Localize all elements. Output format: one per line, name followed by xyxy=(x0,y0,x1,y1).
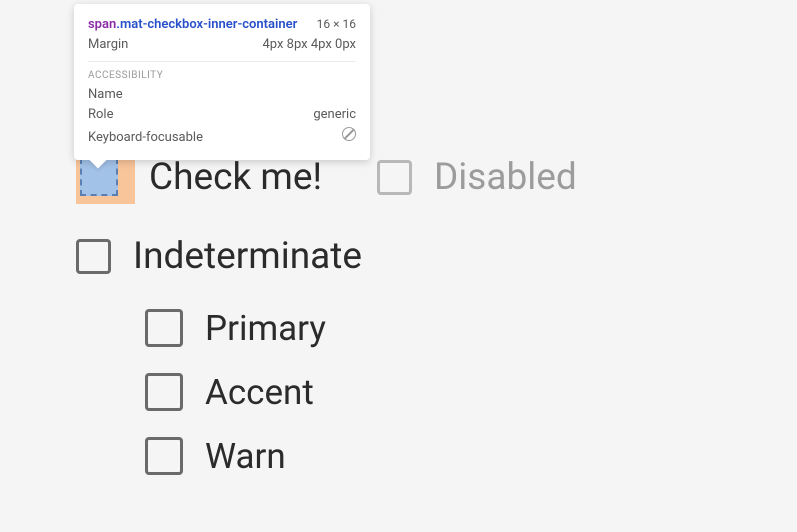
checkbox-label: Check me! xyxy=(149,159,322,196)
checkbox-box xyxy=(76,239,111,274)
tooltip-role-label: Role xyxy=(88,105,113,125)
prohibit-icon xyxy=(342,127,356,141)
checkbox-indeterminate[interactable]: Indeterminate xyxy=(76,238,362,275)
tooltip-tag: span xyxy=(88,17,116,32)
checkbox-label: Warn xyxy=(205,439,286,474)
checkbox-box xyxy=(377,160,412,195)
checkbox-box xyxy=(145,373,183,411)
checkbox-label: Primary xyxy=(205,311,326,346)
checkbox-label: Indeterminate xyxy=(133,238,362,275)
tooltip-margin-value: 4px 8px 4px 0px xyxy=(262,35,356,55)
checkbox-primary[interactable]: Primary xyxy=(145,309,326,347)
tooltip-kbf-label: Keyboard-focusable xyxy=(88,128,203,148)
tooltip-dimensions: 16 × 16 xyxy=(317,14,356,34)
tooltip-class: .mat-checkbox-inner-container xyxy=(116,17,297,32)
checkbox-box xyxy=(145,437,183,475)
checkbox-accent[interactable]: Accent xyxy=(145,373,314,411)
checkbox-disabled: Disabled xyxy=(377,159,577,196)
devtools-inspect-tooltip: span.mat-checkbox-inner-container 16 × 1… xyxy=(74,4,370,160)
checkbox-label: Accent xyxy=(205,375,314,410)
tooltip-section-heading: ACCESSIBILITY xyxy=(88,70,356,81)
tooltip-selector: span.mat-checkbox-inner-container xyxy=(88,15,297,35)
tooltip-margin-label: Margin xyxy=(88,35,128,55)
tooltip-name-label: Name xyxy=(88,85,123,105)
checkbox-box xyxy=(145,309,183,347)
checkbox-label: Disabled xyxy=(434,159,577,196)
tooltip-role-value: generic xyxy=(313,105,356,125)
checkbox-warn[interactable]: Warn xyxy=(145,437,286,475)
tooltip-divider xyxy=(88,61,356,62)
